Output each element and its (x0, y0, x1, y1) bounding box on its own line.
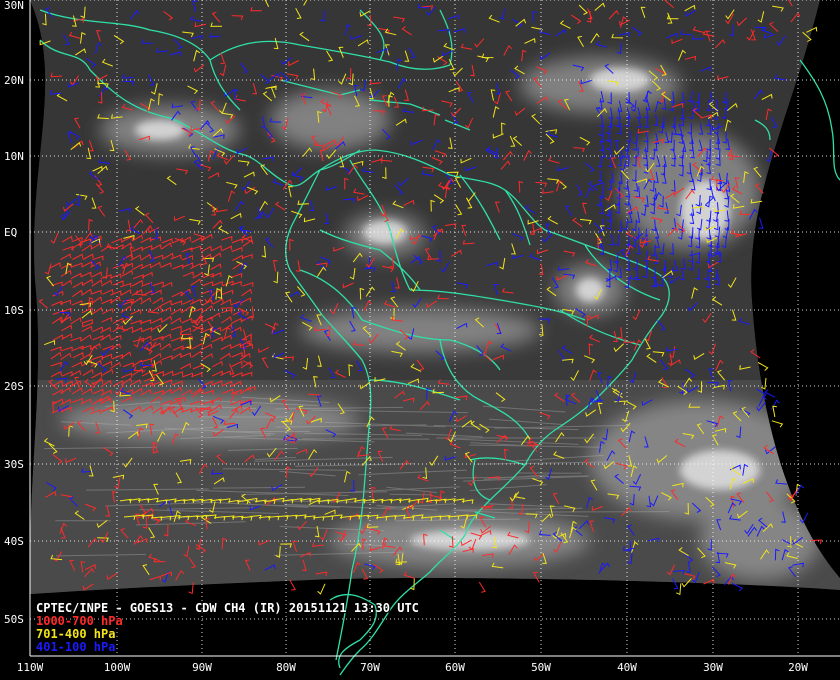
map-canvas (29, 0, 840, 676)
wind-barb (289, 579, 296, 591)
lon-label-80w: 80W (276, 661, 296, 674)
wind-barb (478, 581, 486, 593)
lat-label-30s: 30S (4, 458, 24, 471)
caption-block: CPTEC/INPE - GOES13 - CDW CH4 (IR) 20151… (36, 602, 419, 654)
wind-barb (410, 578, 415, 591)
lon-label-60w: 60W (445, 661, 465, 674)
wind-barb (676, 583, 682, 596)
satellite-imagery (29, 0, 840, 594)
lat-label-20s: 20S (4, 380, 24, 393)
lon-label-40w: 40W (617, 661, 637, 674)
lat-label-50s: 50S (4, 613, 24, 626)
lon-label-20w: 20W (788, 661, 808, 674)
lon-label-30w: 30W (703, 661, 723, 674)
lon-label-50w: 50W (531, 661, 551, 674)
wind-barb (317, 583, 326, 595)
lon-label-100w: 100W (103, 661, 131, 674)
lat-label-10n: 10N (4, 150, 24, 163)
satellite-wind-map: 30N 20N 10N EQ 10S 20S 30S 40S 50S 110W … (0, 0, 840, 680)
lat-label-eq: EQ (4, 226, 18, 239)
legend-high-level: 401-100 hPa (36, 640, 116, 654)
lon-label-90w: 90W (192, 661, 212, 674)
lat-label-20n: 20N (4, 74, 24, 87)
lat-label-30n: 30N (4, 0, 24, 12)
lon-label-70w: 70W (360, 661, 380, 674)
lat-label-10s: 10S (4, 304, 24, 317)
lon-label-110w: 110W (16, 661, 44, 674)
lat-label-40s: 40S (4, 535, 24, 548)
